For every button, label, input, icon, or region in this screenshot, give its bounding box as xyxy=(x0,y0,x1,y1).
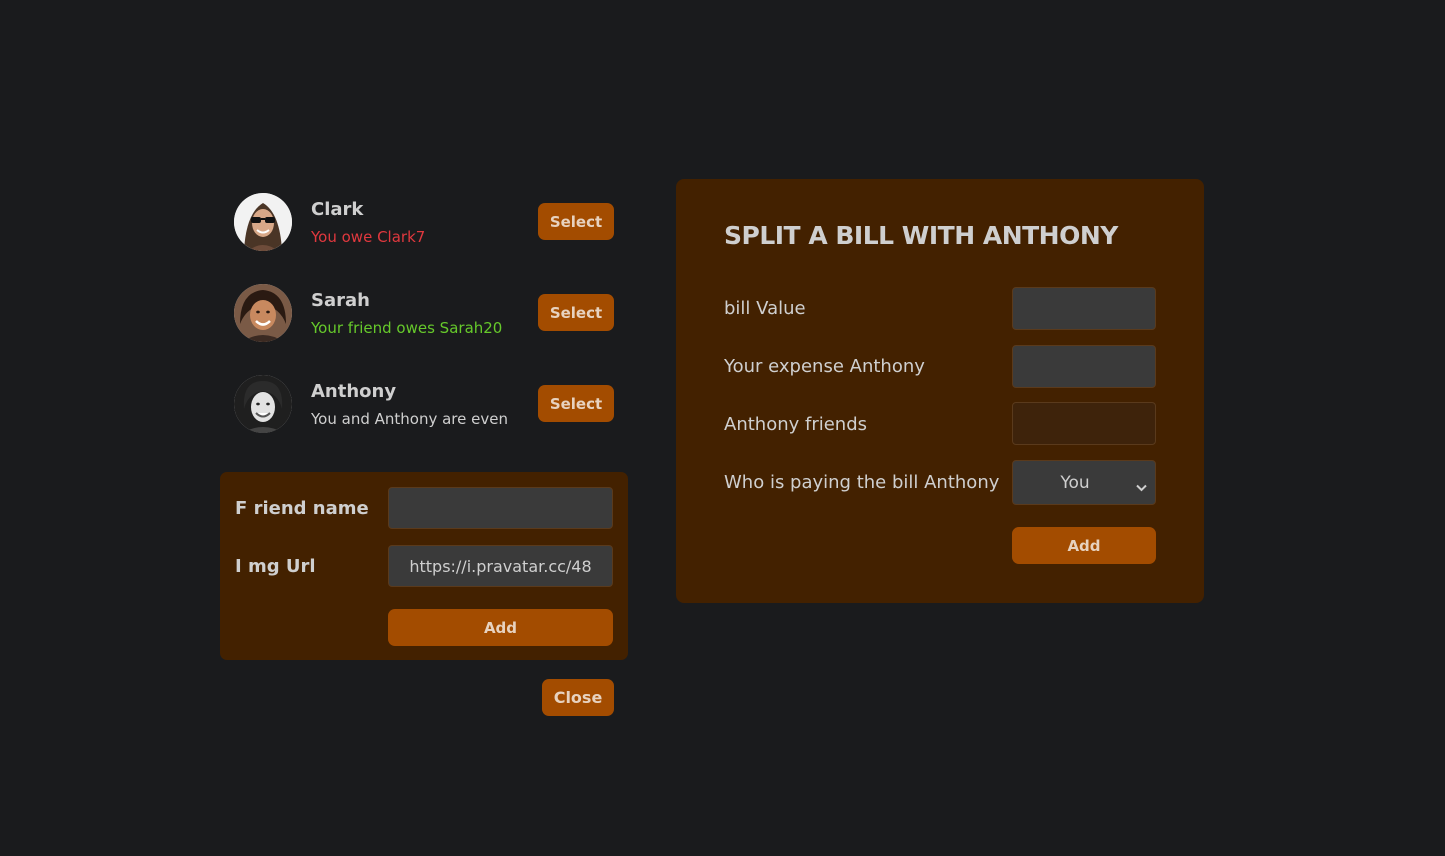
your-expense-input[interactable] xyxy=(1012,345,1156,388)
bill-value-label: bill Value xyxy=(724,298,806,319)
friend-name: Anthony xyxy=(311,381,397,402)
payer-select-value: You xyxy=(1060,473,1090,493)
payer-select[interactable]: You xyxy=(1012,460,1156,505)
friend-item-anthony: Anthony You and Anthony are even Select xyxy=(234,375,614,433)
add-friend-button[interactable]: Add xyxy=(388,609,613,646)
close-button[interactable]: Close xyxy=(542,679,614,716)
your-expense-label: Your expense Anthony xyxy=(724,356,925,377)
select-friend-button[interactable]: Select xyxy=(538,294,614,331)
payer-label: Who is paying the bill Anthony xyxy=(724,472,1000,493)
bill-value-input[interactable] xyxy=(1012,287,1156,330)
add-friend-form: F riend name I mg Url https://i.pravatar… xyxy=(220,472,628,660)
friend-item-sarah: Sarah Your friend owes Sarah20 Select xyxy=(234,284,614,342)
split-bill-add-button[interactable]: Add xyxy=(1012,527,1156,564)
select-friend-button[interactable]: Select xyxy=(538,203,614,240)
friend-expense-label: Anthony friends xyxy=(724,414,868,435)
chevron-down-icon xyxy=(1136,477,1147,497)
friend-item-clark: Clark You owe Clark7 Select xyxy=(234,193,614,251)
friend-balance-status: Your friend owes Sarah20 xyxy=(311,319,503,337)
friend-name: Clark xyxy=(311,199,364,220)
friend-name: Sarah xyxy=(311,290,370,311)
app: Clark You owe Clark7 Select Sarah Your f… xyxy=(0,0,1445,856)
select-friend-button[interactable]: Select xyxy=(538,385,614,422)
avatar-anthony xyxy=(234,375,292,433)
split-bill-title: SPLIT A BILL WITH ANTHONY xyxy=(724,221,1118,250)
friend-balance-status: You and Anthony are even xyxy=(311,410,508,428)
img-url-label: I mg Url xyxy=(235,556,316,577)
split-bill-form: SPLIT A BILL WITH ANTHONY bill Value You… xyxy=(676,179,1204,603)
friend-expense-input xyxy=(1012,402,1156,445)
friend-name-input[interactable] xyxy=(388,487,613,529)
img-url-input[interactable]: https://i.pravatar.cc/48 xyxy=(388,545,613,587)
avatar-sarah xyxy=(234,284,292,342)
friend-name-label: F riend name xyxy=(235,498,369,519)
friend-balance-status: You owe Clark7 xyxy=(311,228,426,246)
avatar-clark xyxy=(234,193,292,251)
